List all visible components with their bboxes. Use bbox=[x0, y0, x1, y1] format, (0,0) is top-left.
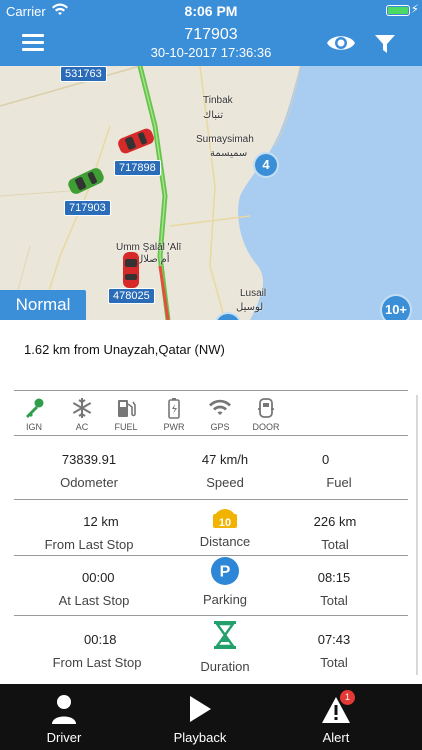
bottom-tab-bar: Driver Playback 1 Alert bbox=[0, 684, 422, 750]
speed-label: Speed bbox=[206, 475, 244, 490]
charging-icon: ⚡ bbox=[410, 2, 419, 16]
odometer-stat: 73839.91 Odometer bbox=[44, 452, 134, 490]
tab-label: Playback bbox=[173, 730, 227, 745]
fuel-value: 0 bbox=[322, 452, 330, 467]
speed-value: 47 km/h bbox=[201, 452, 249, 467]
sensor-label: GPS bbox=[210, 422, 230, 432]
place-label: Tinbak bbox=[203, 95, 233, 106]
place-label: Lusail bbox=[240, 288, 267, 299]
sensor-label: AC bbox=[75, 422, 89, 432]
distance-last-stop-label: From Last Stop bbox=[44, 537, 134, 552]
parking-last-stop-stat: 00:00 At Last Stop bbox=[44, 570, 144, 608]
key-icon bbox=[14, 397, 54, 419]
distance-last-stop-value: 12 km bbox=[83, 514, 119, 529]
hourglass-icon bbox=[180, 620, 270, 650]
fuel-label: Fuel bbox=[326, 475, 352, 490]
duration-last-stop-stat: 00:18 From Last Stop bbox=[44, 632, 154, 670]
stat-row-distance: 12 km From Last Stop 10 Distance 226 km … bbox=[14, 500, 408, 556]
sensor-label: DOOR bbox=[252, 422, 280, 432]
red-car-icon[interactable] bbox=[114, 126, 158, 156]
speed-stat: 47 km/h Speed bbox=[180, 452, 270, 490]
stat-row-odometer: 73839.91 Odometer 47 km/h Speed 0 Fuel bbox=[14, 440, 408, 500]
place-label: تنباك bbox=[203, 110, 224, 121]
vehicle-cluster-marker[interactable]: 4 bbox=[253, 152, 279, 178]
odometer-label: Odometer bbox=[60, 475, 118, 490]
tab-label: Alert bbox=[322, 730, 350, 745]
sensor-label: FUEL bbox=[114, 422, 138, 432]
parking-total-stat: 08:15 Total bbox=[304, 570, 364, 608]
vehicle-plate-label[interactable]: 531763 bbox=[60, 66, 107, 82]
duration-stat: Duration bbox=[180, 620, 270, 674]
clock: 8:06 PM bbox=[184, 3, 238, 19]
distance-total-value: 226 km bbox=[313, 514, 357, 529]
duration-total-stat: 07:43 Total bbox=[304, 632, 364, 670]
parking-total-value: 08:15 bbox=[317, 570, 351, 585]
distance-total-label: Total bbox=[321, 537, 349, 552]
parking-last-stop-label: At Last Stop bbox=[58, 593, 130, 608]
sensor-ign: IGN bbox=[14, 397, 54, 432]
status-bar: Carrier 8:06 PM ⚡ bbox=[0, 0, 422, 22]
stat-row-duration: 00:18 From Last Stop Duration 07:43 Tota… bbox=[14, 616, 408, 682]
duration-total-value: 07:43 bbox=[317, 632, 351, 647]
sensor-door: DOOR bbox=[246, 397, 286, 432]
sensor-gps: GPS bbox=[200, 397, 240, 432]
sensor-label: PWR bbox=[163, 422, 185, 432]
vehicle-timestamp: 30-10-2017 17:36:36 bbox=[150, 45, 272, 60]
parking-last-stop-value: 00:00 bbox=[82, 570, 115, 585]
parking-total-label: Total bbox=[320, 593, 348, 608]
distance-label: Distance bbox=[199, 534, 251, 549]
eye-icon[interactable] bbox=[326, 32, 356, 59]
place-label: لوسيل bbox=[236, 302, 264, 313]
person-icon bbox=[14, 692, 114, 724]
stat-row-parking: 00:00 At Last Stop P Parking 08:15 Total bbox=[14, 556, 408, 616]
distance-icon-text: 10 bbox=[219, 517, 231, 529]
distance-total-stat: 226 km Total bbox=[302, 514, 368, 552]
green-car-icon[interactable] bbox=[64, 166, 108, 196]
battery-icon bbox=[386, 5, 410, 16]
odometer-value: 73839.91 bbox=[61, 452, 117, 467]
map-view[interactable]: 531763 717898 717903 478025 Tinbak تنباك… bbox=[0, 66, 422, 320]
duration-total-label: Total bbox=[320, 655, 348, 670]
vehicle-cluster-marker[interactable]: 10+ bbox=[380, 294, 412, 320]
battery-icon bbox=[154, 397, 194, 419]
tab-playback[interactable]: Playback bbox=[150, 692, 250, 745]
fuel-pump-icon bbox=[106, 397, 146, 419]
place-label: سميسمة bbox=[210, 148, 248, 159]
parking-icon: P bbox=[180, 556, 270, 586]
tab-driver[interactable]: Driver bbox=[14, 692, 114, 745]
red-car-icon[interactable] bbox=[118, 248, 144, 292]
duration-last-stop-value: 00:18 bbox=[84, 632, 117, 647]
distance-stat: 10 Distance bbox=[180, 502, 270, 549]
duration-last-stop-label: From Last Stop bbox=[52, 655, 142, 670]
scrollbar[interactable] bbox=[416, 395, 418, 675]
snowflake-icon bbox=[62, 397, 102, 419]
parking-label: Parking bbox=[202, 592, 248, 607]
sensor-pwr: PWR bbox=[154, 397, 194, 432]
place-label: Sumaysimah bbox=[196, 134, 254, 145]
distance-last-stop-stat: 12 km From Last Stop bbox=[34, 514, 144, 552]
parking-icon-text: P bbox=[220, 564, 231, 581]
vehicle-status-badge: Normal bbox=[0, 290, 86, 320]
fuel-stat: 0 Fuel bbox=[304, 452, 374, 490]
tab-alert[interactable]: 1 Alert bbox=[286, 690, 386, 745]
alert-icon: 1 bbox=[286, 690, 386, 724]
vehicle-plate-label[interactable]: 717903 bbox=[64, 200, 111, 216]
filter-icon[interactable] bbox=[374, 34, 396, 59]
sensor-ac: AC bbox=[62, 397, 102, 432]
vehicle-plate-label[interactable]: 717898 bbox=[114, 160, 161, 176]
alert-count-badge: 1 bbox=[340, 690, 355, 705]
vehicle-title: 717903 bbox=[184, 26, 238, 43]
sensor-strip: IGN AC FUEL PWR GPS DOOR bbox=[14, 390, 408, 436]
duration-label: Duration bbox=[200, 659, 250, 674]
location-address: 1.62 km from Unayzah,Qatar (NW) bbox=[24, 342, 225, 357]
nav-bar: 717903 30-10-2017 17:36:36 bbox=[0, 22, 422, 66]
sensor-fuel: FUEL bbox=[106, 397, 146, 432]
wifi-signal-icon bbox=[200, 397, 240, 419]
parking-stat: P Parking bbox=[180, 556, 270, 607]
sensor-label: IGN bbox=[25, 422, 42, 432]
play-icon bbox=[150, 692, 250, 724]
car-door-icon bbox=[246, 397, 286, 419]
odometer-dial-icon: 10 bbox=[180, 502, 270, 532]
tab-label: Driver bbox=[46, 730, 82, 745]
